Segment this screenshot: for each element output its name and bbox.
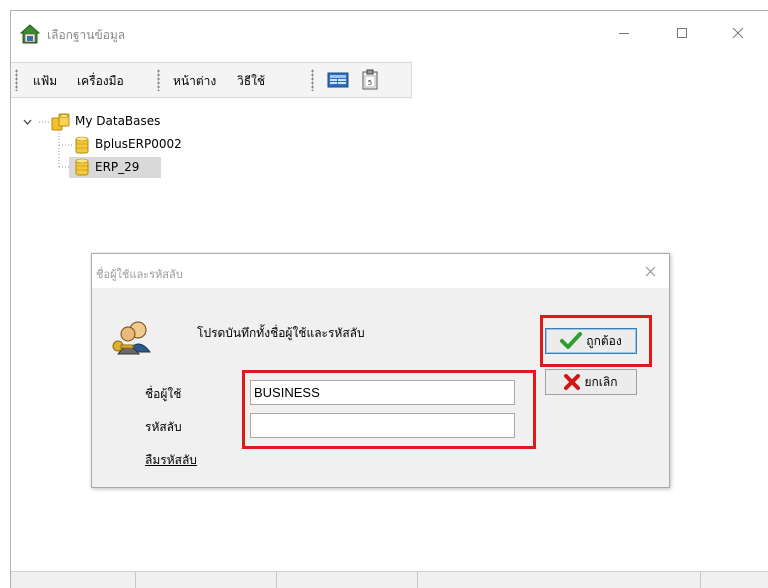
dialog-title: ชื่อผู้ใช้และรหัสลับ (96, 268, 183, 281)
ok-button[interactable]: ถูกต้อง (545, 328, 637, 354)
username-input[interactable]: BUSINESS (250, 380, 515, 405)
dialog-close-button[interactable] (639, 260, 661, 282)
toolbar-grip[interactable] (15, 69, 18, 91)
maximize-button[interactable] (659, 11, 705, 55)
database-folder-icon (51, 113, 70, 131)
username-label: ชื่อผู้ใช้ (145, 387, 182, 401)
window-title: เลือกฐานข้อมูล (47, 28, 126, 42)
database-icon[interactable] (327, 69, 349, 91)
database-icon (75, 136, 89, 154)
dialog-prompt: โปรดบันทึกทั้งชื่อผู้ใช้และรหัสลับ (197, 326, 365, 340)
menu-window[interactable]: หน้าต่าง (173, 72, 216, 91)
login-dialog: ชื่อผู้ใช้และรหัสลับ โปรดบันทึกทั้งชื่อผ… (91, 253, 670, 488)
title-bar: เลือกฐานข้อมูล (11, 11, 768, 55)
status-cell (136, 572, 277, 588)
minimize-button[interactable] (601, 11, 647, 55)
x-icon (564, 374, 581, 390)
database-icon (75, 158, 89, 176)
dialog-title-bar: ชื่อผู้ใช้และรหัสลับ (92, 254, 669, 288)
menu-file[interactable]: แฟ้ม (33, 72, 57, 91)
status-cell (11, 572, 136, 588)
minimize-icon (619, 33, 629, 34)
status-cell (418, 572, 701, 588)
cancel-button[interactable]: ยกเลิก (545, 369, 637, 395)
password-input[interactable] (250, 413, 515, 438)
tree-item-erp29[interactable]: ERP_29 (95, 160, 139, 174)
ok-button-label: ถูกต้อง (586, 333, 622, 348)
status-cell (277, 572, 418, 588)
svg-text:5: 5 (368, 79, 372, 87)
menu-help[interactable]: วิธีใช้ (237, 72, 265, 91)
chevron-down-icon[interactable] (23, 118, 32, 127)
forgot-password-link[interactable]: ลืมรหัสลับ (145, 451, 197, 470)
tree-root[interactable]: My DataBases (75, 114, 160, 128)
tree-item-bpluserp0002[interactable]: BplusERP0002 (95, 137, 182, 151)
close-icon (645, 266, 655, 276)
users-keys-icon (112, 321, 152, 355)
checkmark-icon (560, 332, 583, 349)
status-bar (11, 571, 768, 588)
app-house-icon (19, 24, 41, 44)
menu-tools[interactable]: เครื่องมือ (77, 72, 124, 91)
close-icon (732, 27, 744, 39)
maximize-icon (677, 28, 687, 38)
close-button[interactable] (715, 11, 761, 55)
toolbar-grip[interactable] (157, 69, 160, 91)
clipboard-icon[interactable]: 5 (359, 69, 381, 91)
menu-bar: แฟ้ม เครื่องมือ หน้าต่าง วิธีใช้ 5 (11, 62, 412, 98)
toolbar-grip[interactable] (311, 69, 314, 91)
password-label: รหัสลับ (145, 420, 182, 434)
cancel-button-label: ยกเลิก (584, 374, 618, 389)
